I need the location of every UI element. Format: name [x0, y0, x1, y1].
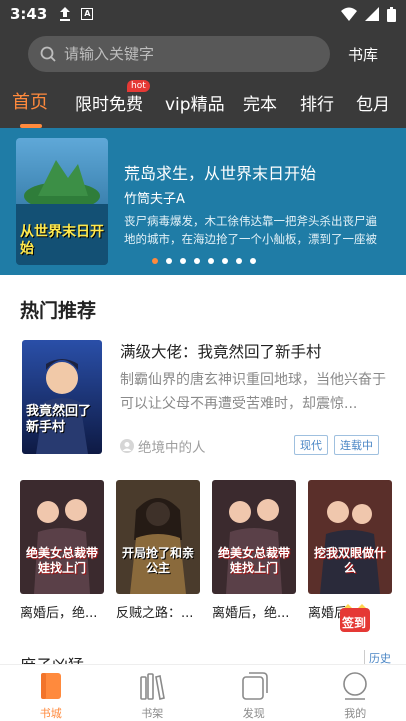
genre-tag: 现代 — [294, 435, 328, 455]
carousel-dot[interactable] — [180, 258, 186, 264]
book-card[interactable]: 开局抢了和亲公主 反贼之路：... — [116, 480, 200, 621]
top-header: 书库 首页 限时免费 hot vip精品 完本 排行 包月 — [0, 28, 406, 128]
featured-cover-text: 我竟然回了新手村 — [26, 404, 92, 435]
tab-monthly[interactable]: 包月 — [356, 90, 390, 115]
featured-book-cover[interactable]: 我竟然回了新手村 — [22, 340, 102, 454]
book-cover-text: 绝美女总裁带娃找上门 — [25, 546, 98, 575]
banner-description: 丧尸病毒爆发，木工徐伟达靠一把斧头杀出丧尸遍地的城市，在海边抢了一个小舢板，漂到… — [124, 214, 377, 246]
signin-badge[interactable]: 签到 — [338, 604, 372, 634]
book-card[interactable]: 绝美女总裁带娃找上门 离婚后，绝... — [212, 480, 296, 621]
banner-title[interactable]: 荒岛求生，从世界末日开始 — [124, 160, 316, 184]
author-icon — [120, 439, 134, 453]
nav-discover[interactable]: 发现 — [203, 665, 305, 721]
signin-label: 签到 — [342, 616, 367, 630]
carousel-dot[interactable] — [166, 258, 172, 264]
carousel-dot[interactable] — [152, 258, 158, 264]
upload-icon — [60, 7, 71, 21]
banner-author: 竹筒夫子A — [124, 192, 185, 207]
book-cover[interactable]: 绝美女总裁带娃找上门 — [212, 480, 296, 594]
status-tag: 连载中 — [334, 435, 379, 455]
bookshelf-icon — [140, 673, 166, 700]
signal-icon — [365, 7, 379, 21]
featured-book-description: 制霸仙界的唐玄神识重回地球，当他兴奋于可以让父母不再遭受苦难时，却震惊... — [120, 372, 386, 412]
carousel-dot[interactable] — [236, 258, 242, 264]
tab-completed[interactable]: 完本 — [243, 90, 277, 115]
app-root: 3:43 A 书库 — [0, 0, 406, 721]
bottom-nav: 书城 书架 发现 我的 — [0, 664, 406, 721]
author-name: 绝境中的人 — [138, 440, 206, 456]
book-card[interactable]: 挖我双眼做什么 离婚后... — [308, 480, 392, 621]
tab-label: 首页 — [12, 92, 48, 113]
profile-icon — [343, 672, 368, 700]
nav-label: 我的 — [344, 707, 367, 720]
nav-label: 书架 — [141, 707, 164, 720]
book-cover[interactable]: 挖我双眼做什么 — [308, 480, 392, 594]
carousel-dot[interactable] — [250, 258, 256, 264]
featured-banner[interactable]: 从世界末日开始 荒岛求生，从世界末日开始 竹筒夫子A 丧尸病毒爆发，木工徐伟达靠… — [0, 128, 406, 275]
nav-label: 书城 — [39, 707, 62, 720]
search-icon — [40, 46, 56, 62]
battery-icon — [387, 6, 396, 22]
a-icon: A — [81, 8, 94, 20]
status-bar: 3:43 A — [0, 0, 406, 28]
bookstore-icon — [40, 673, 61, 699]
nav-label: 发现 — [242, 707, 265, 720]
book-card[interactable]: 绝美女总裁带娃找上门 离婚后，绝... — [20, 480, 104, 621]
banner-cover-text: 从世界末日开始 — [20, 224, 104, 257]
search-bar[interactable] — [28, 36, 330, 72]
search-input[interactable] — [64, 45, 304, 63]
hot-badge: hot — [127, 80, 150, 92]
nav-bookstore[interactable]: 书城 — [0, 665, 102, 721]
category-tabs: 首页 限时免费 hot vip精品 完本 排行 包月 — [0, 80, 406, 128]
featured-book-author: 绝境中的人 — [120, 436, 206, 456]
tab-home[interactable]: 首页 — [12, 88, 48, 128]
book-cover-text: 开局抢了和亲公主 — [121, 546, 194, 575]
featured-book-title[interactable]: 满级大佬：我竟然回了新手村 — [120, 340, 322, 362]
book-cover-text: 挖我双眼做什么 — [313, 546, 386, 575]
book-cover[interactable]: 开局抢了和亲公主 — [116, 480, 200, 594]
wifi-icon — [341, 7, 357, 21]
status-time: 3:43 — [10, 5, 48, 23]
tab-vip[interactable]: vip精品 — [165, 90, 225, 115]
tab-label: 限时免费 — [75, 95, 143, 115]
discover-icon — [241, 672, 268, 700]
carousel-dots — [152, 258, 256, 264]
nav-bookshelf[interactable]: 书架 — [102, 665, 204, 721]
carousel-dot[interactable] — [194, 258, 200, 264]
tab-label: 包月 — [356, 95, 390, 115]
carousel-dot[interactable] — [208, 258, 214, 264]
nav-profile[interactable]: 我的 — [305, 665, 406, 721]
tab-free[interactable]: 限时免费 hot — [75, 80, 150, 115]
library-link[interactable]: 书库 — [348, 44, 378, 65]
carousel-dot[interactable] — [222, 258, 228, 264]
book-cover[interactable]: 绝美女总裁带娃找上门 — [20, 480, 104, 594]
tab-label: 完本 — [243, 95, 277, 115]
tab-label: 排行 — [300, 95, 334, 115]
book-title[interactable]: 离婚后，绝... — [212, 602, 300, 621]
section-title-hot: 热门推荐 — [20, 300, 97, 322]
tab-label: vip精品 — [165, 95, 225, 115]
book-title[interactable]: 反贼之路：... — [116, 602, 204, 621]
banner-cover[interactable]: 从世界末日开始 — [16, 138, 108, 265]
tab-ranking[interactable]: 排行 — [300, 90, 334, 115]
book-title[interactable]: 离婚后，绝... — [20, 602, 108, 621]
book-cover-text: 绝美女总裁带娃找上门 — [217, 546, 290, 575]
